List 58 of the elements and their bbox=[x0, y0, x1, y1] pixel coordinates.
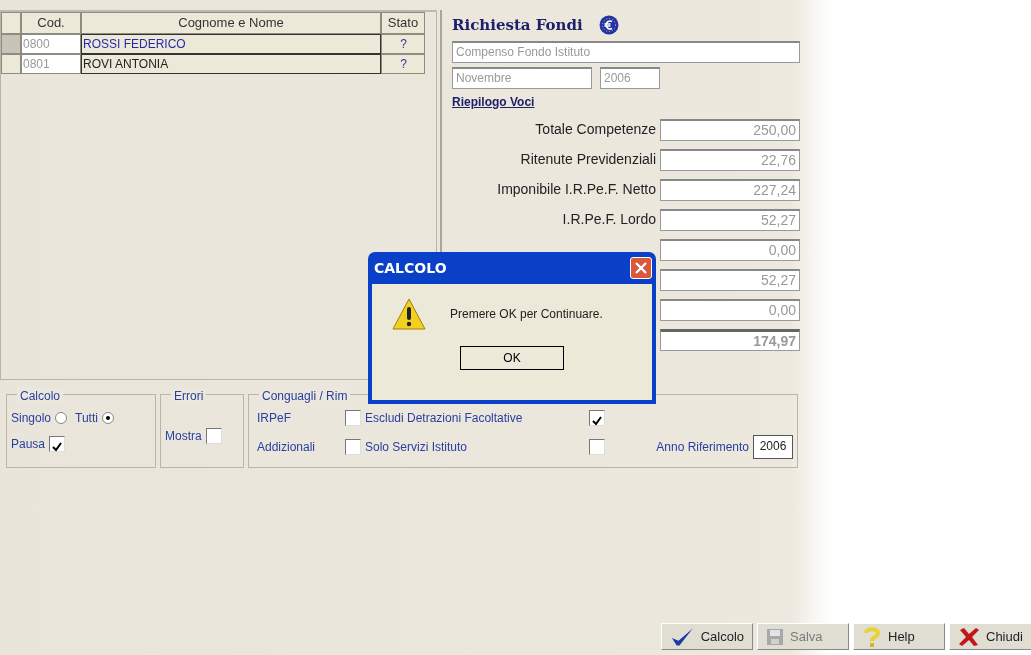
checkbox[interactable] bbox=[49, 436, 66, 452]
column-header bbox=[1, 12, 21, 34]
close-button[interactable] bbox=[630, 257, 652, 279]
field-label: Imponibile I.R.Pe.F. Netto bbox=[497, 180, 656, 199]
panel-title: Richiesta Fondi bbox=[452, 15, 583, 36]
dialog-message: Premere OK per Continuare. bbox=[450, 306, 603, 323]
column-header[interactable]: Stato bbox=[381, 12, 425, 34]
value-field[interactable]: 52,27 bbox=[660, 208, 800, 231]
option-label: Solo Servizi Istituto bbox=[365, 439, 469, 456]
checkbox[interactable] bbox=[345, 439, 361, 455]
field-label: Anno Riferimento bbox=[656, 439, 749, 456]
value-field[interactable]: 250,00 bbox=[660, 118, 800, 141]
total-field[interactable]: 174,97 bbox=[660, 328, 800, 351]
ok-button[interactable]: OK bbox=[460, 346, 564, 370]
field-label: Totale Competenze bbox=[535, 120, 656, 139]
value-field[interactable]: 52,27 bbox=[660, 268, 800, 291]
question-mark-icon bbox=[862, 625, 882, 648]
section-link[interactable]: Riepilogo Voci bbox=[452, 92, 800, 111]
table-cell: ROVI ANTONIA bbox=[81, 54, 381, 74]
table-cell: 0801 bbox=[21, 54, 81, 74]
radio-button[interactable] bbox=[101, 412, 114, 424]
option-label: Addizionali bbox=[257, 439, 317, 456]
option-label: IRPeF bbox=[257, 410, 292, 427]
value-field[interactable]: 22,76 bbox=[660, 148, 800, 171]
checkbox[interactable] bbox=[589, 439, 605, 455]
option-label: Singolo bbox=[11, 410, 52, 427]
value-field[interactable]: 0,00 bbox=[660, 298, 800, 321]
close-button[interactable]: Chiudi bbox=[949, 623, 1031, 650]
table-cell: ROSSI FEDERICO bbox=[81, 34, 381, 54]
value-field[interactable]: 227,24 bbox=[660, 178, 800, 201]
close-icon bbox=[635, 262, 647, 274]
status-cell[interactable]: ? bbox=[381, 54, 425, 74]
column-header[interactable]: Cognome e Nome bbox=[81, 12, 381, 34]
year-field[interactable]: 2006 bbox=[600, 66, 660, 89]
checkbox[interactable] bbox=[345, 410, 361, 426]
column-header[interactable]: Cod. bbox=[21, 12, 81, 34]
option-label: Escludi Detrazioni Facoltative bbox=[365, 410, 524, 427]
help-button[interactable]: Help bbox=[853, 623, 945, 650]
field-label: Ritenute Previdenziali bbox=[520, 150, 656, 169]
month-field[interactable]: Novembre bbox=[452, 66, 592, 89]
value-field[interactable]: 0,00 bbox=[660, 238, 800, 261]
dialog-title: CALCOLO bbox=[374, 258, 447, 278]
warning-icon bbox=[392, 298, 426, 330]
euro-coin-icon bbox=[598, 15, 619, 36]
year-field[interactable]: 2006 bbox=[753, 435, 793, 459]
checkbox[interactable] bbox=[589, 410, 605, 426]
option-label: Pausa bbox=[11, 436, 46, 453]
description-field[interactable]: Compenso Fondo Istituto bbox=[452, 40, 800, 63]
option-label: Tutti bbox=[75, 410, 98, 427]
table-cell: 0800 bbox=[21, 34, 81, 54]
status-cell[interactable]: ? bbox=[381, 34, 425, 54]
row-selector[interactable] bbox=[1, 54, 21, 74]
checkbox[interactable] bbox=[205, 428, 222, 444]
field-label: I.R.Pe.F. Lordo bbox=[562, 210, 656, 229]
radio-button[interactable] bbox=[55, 412, 68, 424]
option-label: Mostra bbox=[165, 428, 202, 445]
close-icon bbox=[958, 626, 980, 647]
check-button[interactable]: Calcolo bbox=[661, 623, 753, 650]
